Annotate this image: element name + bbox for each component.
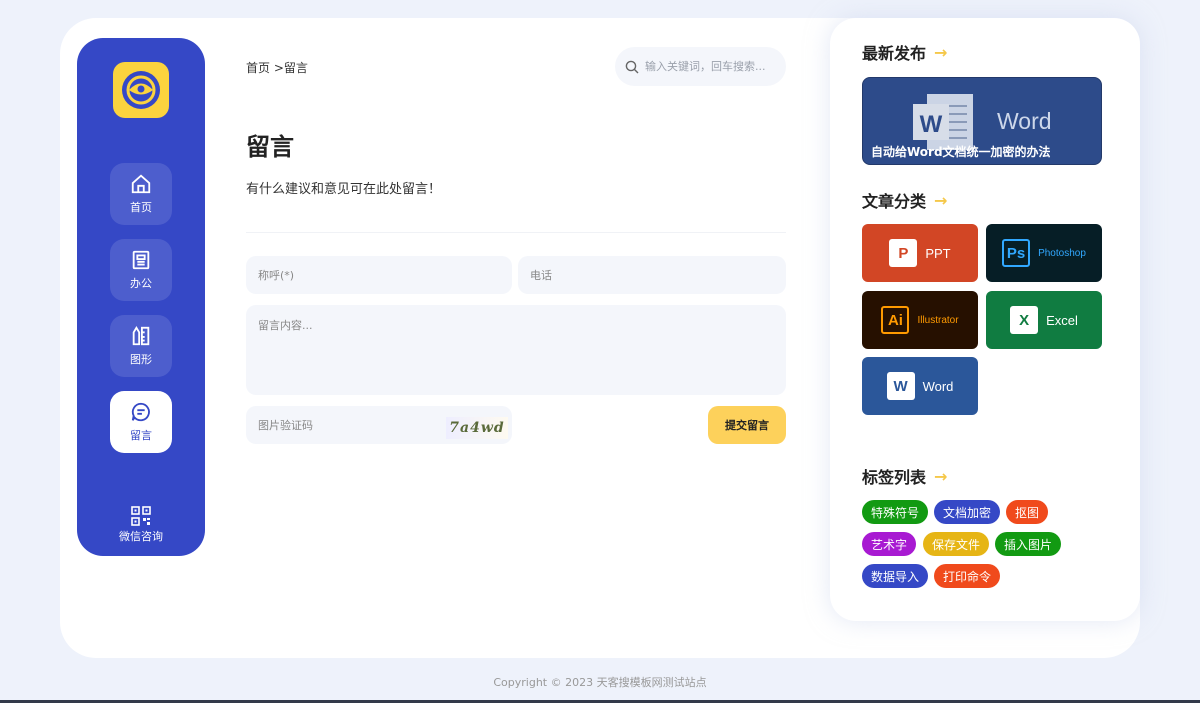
arrow-right-icon: → [934, 42, 948, 62]
ppt-icon: P [889, 239, 918, 267]
sidebar: 首页 办公 图形 留言 微信咨询 [77, 38, 205, 556]
logo-emblem-icon [122, 71, 160, 109]
tag-item[interactable]: 特殊符号 [862, 500, 929, 524]
category-name: Illustrator [917, 314, 959, 326]
search-input[interactable] [645, 60, 775, 73]
word-icon: W [886, 372, 915, 400]
arrow-right-icon: → [934, 190, 948, 210]
category-illustrator[interactable]: Ai Illustrator [862, 291, 978, 349]
category-name: Word [922, 378, 954, 394]
page-title: 留言 [246, 133, 294, 161]
article-image-text: Word [997, 108, 1052, 134]
tag-item[interactable]: 抠图 [1006, 500, 1049, 524]
sidebar-item-label: 首页 [130, 201, 152, 214]
message-content-field[interactable] [246, 305, 786, 395]
category-word[interactable]: W Word [862, 357, 978, 415]
category-ppt[interactable]: P PPT [862, 224, 978, 282]
divider [246, 232, 786, 233]
page-description: 有什么建议和意见可在此处留言！ [246, 182, 442, 197]
tag-item[interactable]: 打印命令 [934, 564, 1001, 588]
wechat-consult[interactable]: 微信咨询 [101, 506, 181, 544]
footer-copyright: Copyright © 2023 天客搜模板网测试站点 [493, 676, 707, 689]
category-name: Photoshop [1038, 247, 1086, 259]
qr-code-icon [131, 506, 151, 526]
sidebar-item-message[interactable]: 留言 [110, 391, 172, 453]
latest-article-title: 自动给Word文档统一加密的办法 [871, 145, 1051, 159]
tag-item[interactable]: 保存文件 [923, 532, 990, 556]
sidebar-item-label: 办公 [130, 277, 152, 290]
tags-section-title[interactable]: 标签列表 → [862, 464, 947, 488]
sidebar-item-label: 留言 [130, 429, 152, 442]
sidebar-item-home[interactable]: 首页 [110, 163, 172, 225]
sidebar-item-label: 图形 [130, 353, 152, 366]
document-icon [132, 250, 150, 270]
search-box [615, 47, 786, 86]
svg-text:W: W [920, 111, 943, 138]
wechat-label: 微信咨询 [119, 530, 163, 543]
category-excel[interactable]: X Excel [986, 291, 1102, 349]
captcha-image[interactable]: 7a4wd [446, 417, 508, 439]
arrow-right-icon: → [934, 466, 948, 486]
categories-section-title[interactable]: 文章分类 → [862, 188, 947, 212]
categories-title-text: 文章分类 [862, 192, 927, 211]
logo[interactable] [113, 62, 169, 118]
submit-message-button[interactable]: 提交留言 [708, 406, 786, 444]
latest-section-title[interactable]: 最新发布 → [862, 40, 947, 64]
category-name: Excel [1046, 312, 1078, 328]
illustrator-icon: Ai [881, 306, 910, 334]
graphics-icon [132, 325, 150, 346]
home-icon [131, 174, 151, 194]
name-field[interactable] [246, 256, 512, 294]
category-photoshop[interactable]: Ps Photoshop [986, 224, 1102, 282]
phone-field[interactable] [518, 256, 786, 294]
tag-item[interactable]: 艺术字 [862, 532, 917, 556]
sidebar-item-office[interactable]: 办公 [110, 239, 172, 301]
tags-title-text: 标签列表 [862, 468, 927, 487]
latest-article-card[interactable]: W Word 自动给Word文档统一加密的办法 [862, 77, 1102, 165]
search-icon [625, 60, 639, 73]
tag-item[interactable]: 插入图片 [995, 532, 1062, 556]
message-icon [131, 402, 150, 422]
photoshop-icon: Ps [1002, 239, 1031, 267]
sidebar-item-graphics[interactable]: 图形 [110, 315, 172, 377]
category-name: PPT [925, 245, 951, 261]
latest-title-text: 最新发布 [862, 44, 927, 63]
breadcrumb[interactable]: 首页 >留言 [246, 59, 308, 76]
tag-item[interactable]: 文档加密 [934, 500, 1001, 524]
tag-item[interactable]: 数据导入 [862, 564, 929, 588]
excel-icon: X [1010, 306, 1039, 334]
